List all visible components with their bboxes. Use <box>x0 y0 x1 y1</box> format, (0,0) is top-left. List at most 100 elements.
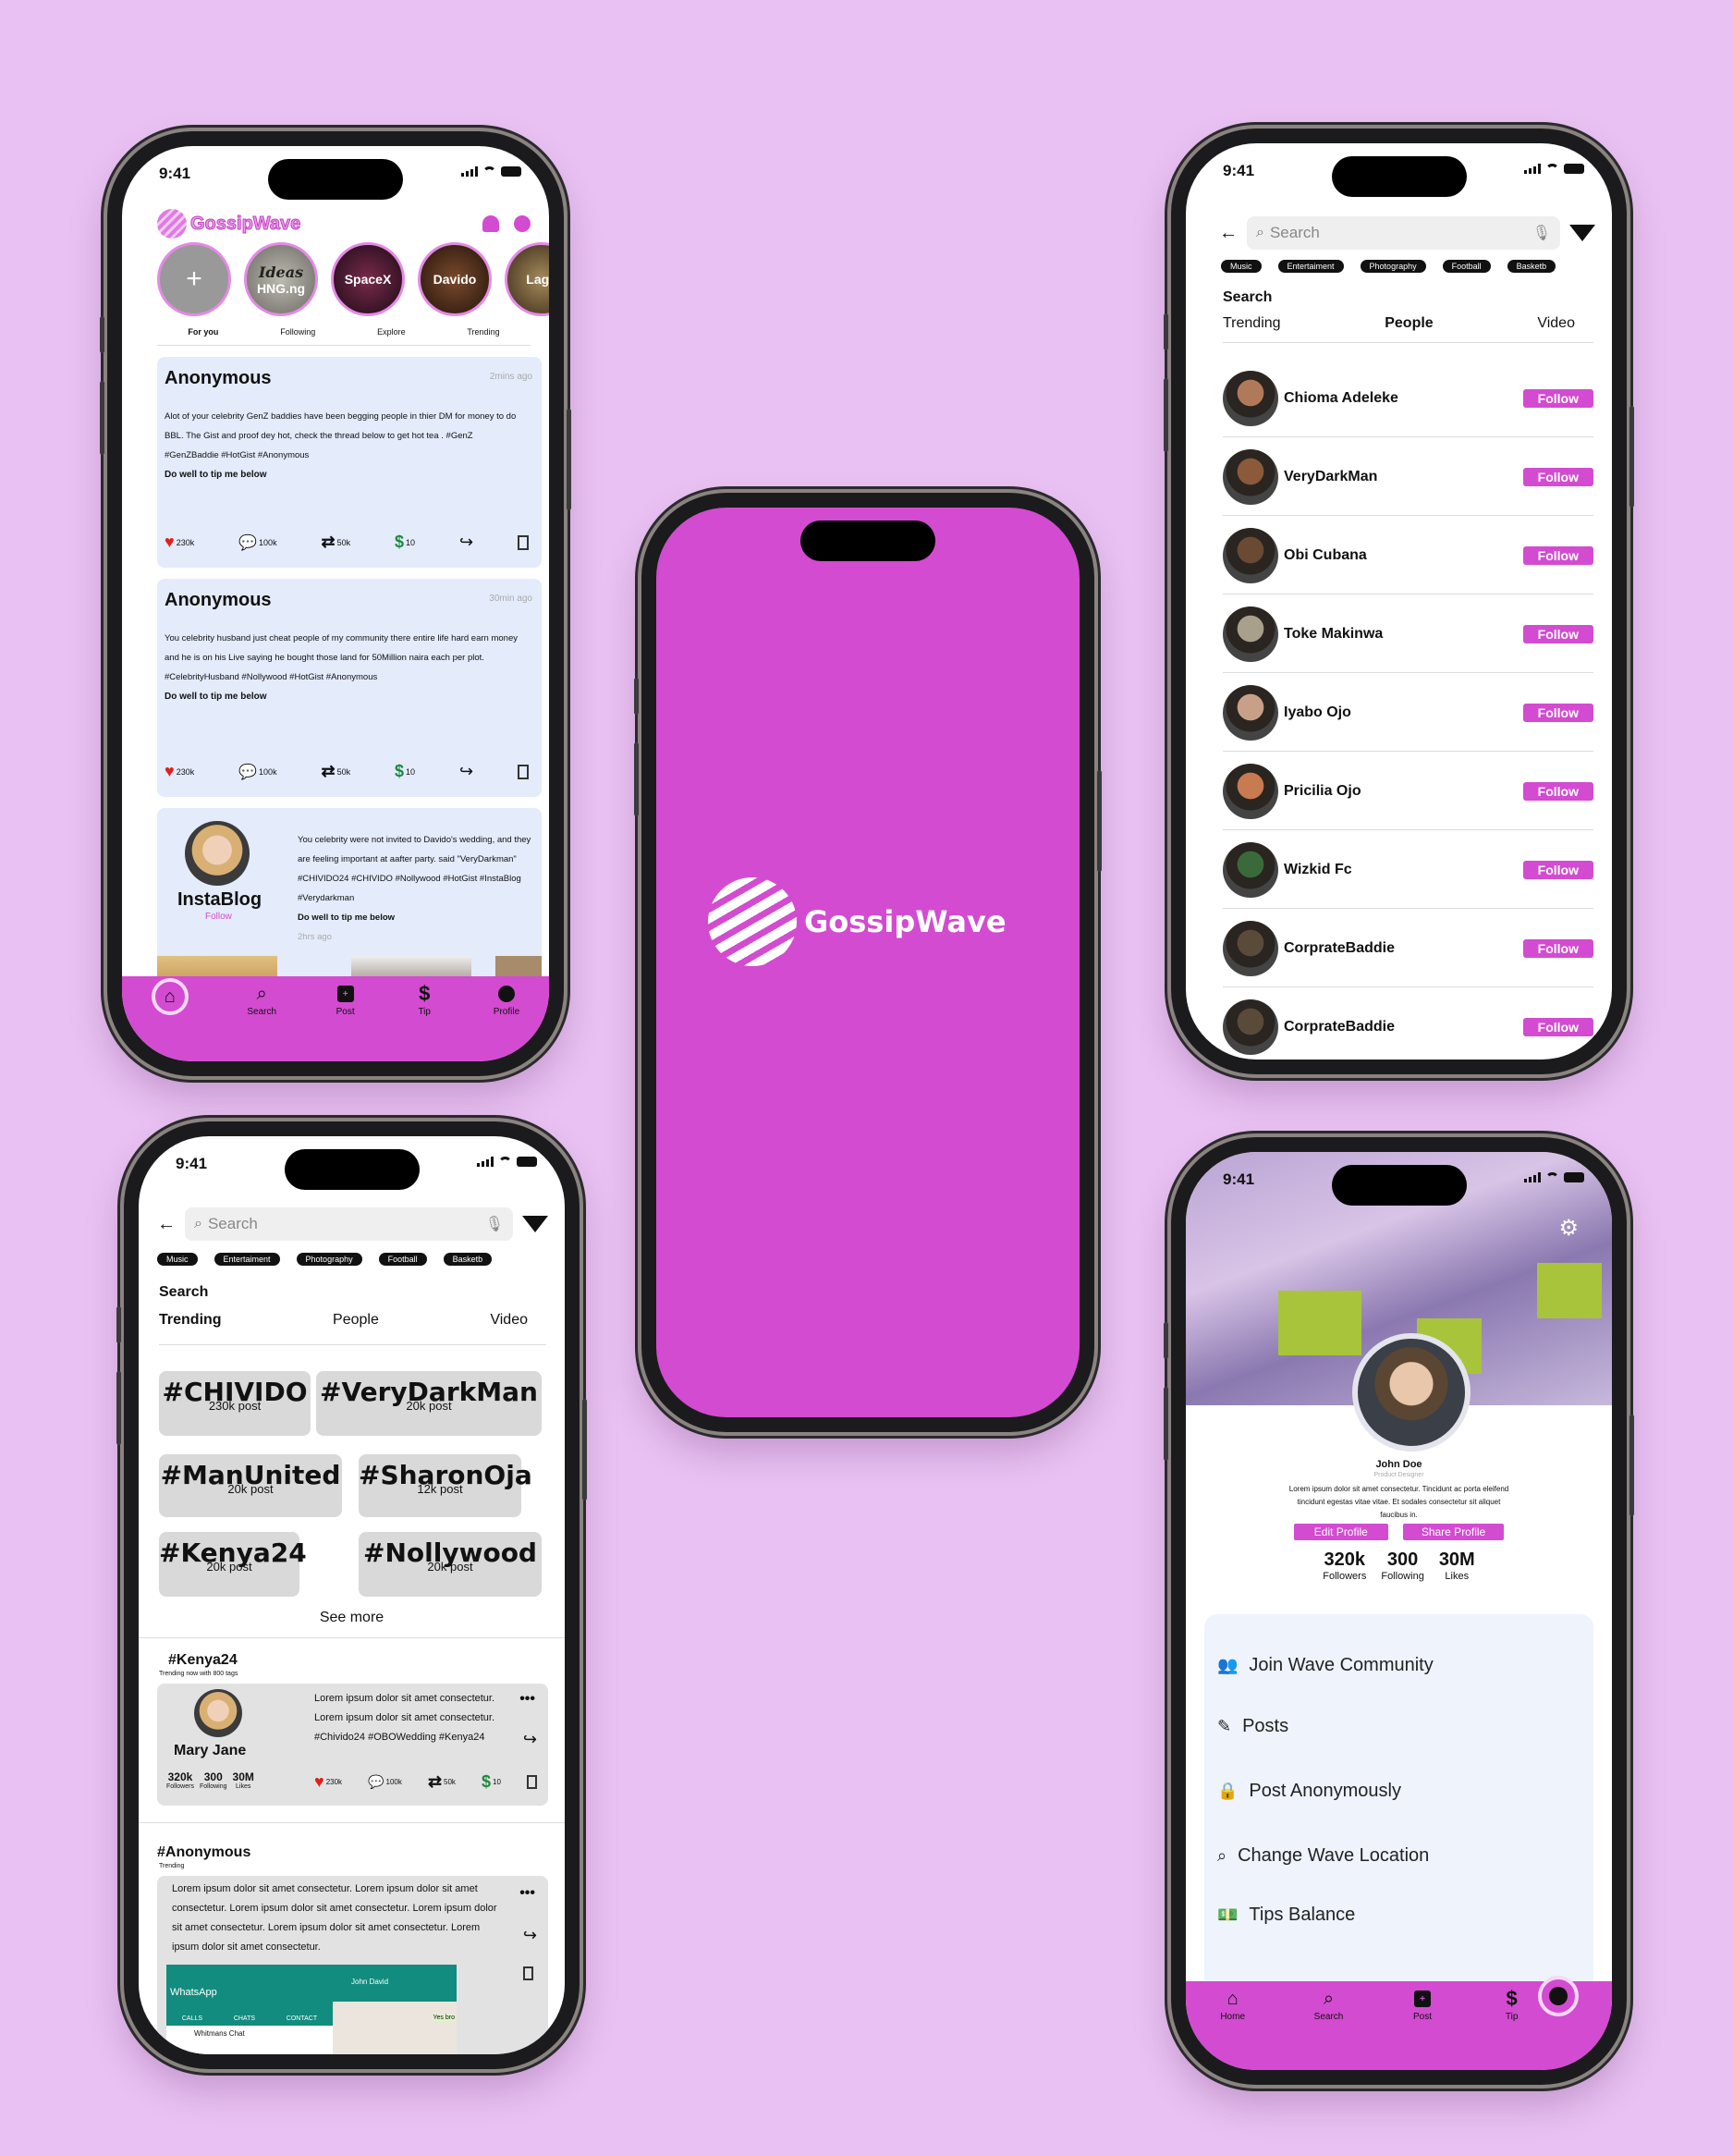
nav-post[interactable]: + Post <box>1412 1989 1433 2070</box>
tip-button[interactable]: $10 <box>395 533 415 552</box>
tab-people[interactable]: People <box>333 1312 379 1344</box>
more-icon[interactable]: ••• <box>519 1885 535 1902</box>
nav-post[interactable]: + Post <box>336 984 356 1061</box>
trending-tag[interactable]: #ManUnited 20k post <box>159 1454 342 1517</box>
bookmark-icon[interactable] <box>517 764 529 779</box>
follow-button[interactable]: Follow <box>1522 624 1593 643</box>
tip-button[interactable]: $10 <box>395 762 415 781</box>
follow-button[interactable]: Follow <box>1522 467 1593 486</box>
tab-trending[interactable]: Trending <box>467 327 499 345</box>
feed-post-1[interactable]: Anonymous 2mins ago Alot of your celebri… <box>157 357 542 568</box>
nav-search[interactable]: ⌕ Search <box>1314 1989 1344 2070</box>
story-davido[interactable]: Davido <box>418 242 492 316</box>
mic-icon[interactable]: 🎙 <box>485 1215 504 1233</box>
search-input[interactable]: ⌕ Search 🎙 <box>185 1207 513 1241</box>
feed-blog-post[interactable]: InstaBlog Follow You celebrity were not … <box>157 808 542 993</box>
chip-photography[interactable]: Photography <box>296 1253 362 1266</box>
settings-gear-icon[interactable]: ⚙ <box>1558 1215 1579 1242</box>
like-button[interactable]: ♥ 230k <box>314 1772 342 1792</box>
menu-tips-balance[interactable]: 💵 Tips Balance <box>1217 1905 1355 1926</box>
share-profile-button[interactable]: Share Profile <box>1402 1524 1505 1540</box>
comment-button[interactable]: 💬 100k <box>238 533 276 552</box>
add-story-button[interactable]: + <box>157 242 231 316</box>
more-icon[interactable]: ••• <box>519 1691 535 1708</box>
chip-football[interactable]: Football <box>378 1253 427 1266</box>
person-row[interactable]: VeryDarkMan Follow <box>1223 438 1593 516</box>
person-row[interactable]: CorprateBaddie Follow <box>1223 988 1593 1060</box>
section-tag: #Anonymous <box>157 1844 251 1860</box>
trending-tag[interactable]: #VeryDarkMan 20k post <box>316 1371 542 1436</box>
profile-role: Product Designer <box>1373 1472 1424 1478</box>
person-row[interactable]: Chioma Adeleke Follow <box>1223 360 1593 437</box>
menu-post-anonymously[interactable]: 🔒 Post Anonymously <box>1217 1781 1401 1802</box>
bookmark-icon[interactable] <box>517 534 529 550</box>
follow-button[interactable]: Follow <box>1522 703 1593 722</box>
repost-button[interactable]: ⇄ 50k <box>321 762 350 781</box>
nav-home[interactable]: ⌂ Home <box>1220 1989 1245 2070</box>
trending-tag[interactable]: #CHIVIDO 230k post <box>159 1371 311 1436</box>
bookmark-icon[interactable] <box>523 1966 533 1980</box>
person-row[interactable]: Toke Makinwa Follow <box>1223 595 1593 673</box>
blog-follow-link[interactable]: Follow <box>205 912 232 922</box>
nav-search[interactable]: ⌕ Search <box>247 984 276 1061</box>
trending-post-card[interactable]: Mary Jane 320k Followers 300 Following 30M… <box>157 1684 548 1806</box>
follow-button[interactable]: Follow <box>1522 781 1593 801</box>
tip-button[interactable]: $10 <box>482 1772 501 1792</box>
nav-profile[interactable]: Profile <box>494 984 519 1061</box>
follow-button[interactable]: Follow <box>1522 1017 1593 1036</box>
see-more-link[interactable]: See more <box>139 1610 565 1626</box>
person-row[interactable]: Pricilia Ojo Follow <box>1223 753 1593 830</box>
story-hng[interactable]: Ideas HNG.ng <box>244 242 318 316</box>
edit-profile-button[interactable]: Edit Profile <box>1293 1524 1388 1540</box>
comment-button[interactable]: 💬 100k <box>368 1774 402 1790</box>
person-row[interactable]: Iyabo Ojo Follow <box>1223 674 1593 752</box>
nav-tip[interactable]: $ Tip <box>1502 1987 1522 2070</box>
person-row[interactable]: Obi Cubana Follow <box>1223 517 1593 594</box>
nav-tip[interactable]: $ Tip <box>414 982 434 1061</box>
person-name: CorprateBaddie <box>1284 939 1396 956</box>
bell-icon[interactable] <box>482 215 499 232</box>
share-icon[interactable]: ↪ <box>523 1926 537 1945</box>
filter-icon[interactable] <box>522 1216 548 1232</box>
menu-join-community[interactable]: 👥 Join Wave Community <box>1217 1655 1434 1676</box>
chip-entertainment[interactable]: Entertaiment <box>214 1253 280 1266</box>
story-lago[interactable]: Lago <box>505 242 549 316</box>
profile-avatar[interactable] <box>1352 1333 1471 1452</box>
follow-button[interactable]: Follow <box>1522 938 1593 958</box>
menu-change-location[interactable]: ⌕ Change Wave Location <box>1217 1845 1429 1867</box>
nav-home[interactable]: ⌂ <box>151 978 189 1061</box>
dynamic-island <box>800 521 935 561</box>
share-icon[interactable]: ↪ <box>459 762 473 781</box>
repost-button[interactable]: ⇄ 50k <box>428 1772 456 1792</box>
feed-post-2[interactable]: Anonymous 30min ago You celebrity husban… <box>157 579 542 797</box>
chip-music[interactable]: Music <box>157 1253 198 1266</box>
chip-basketball[interactable]: Basketb <box>443 1253 493 1266</box>
like-button[interactable]: ♥ 230k <box>165 762 194 781</box>
follow-button[interactable]: Follow <box>1522 545 1593 565</box>
wa-contact: John David <box>351 1978 389 1986</box>
like-button[interactable]: ♥ 230k <box>165 533 194 552</box>
tab-explore[interactable]: Explore <box>377 327 406 345</box>
trending-tag[interactable]: #Kenya24 20k post <box>159 1532 307 1597</box>
follow-button[interactable]: Follow <box>1522 860 1593 879</box>
comment-button[interactable]: 💬 100k <box>238 763 276 781</box>
back-arrow-icon[interactable]: ← <box>157 1214 176 1235</box>
tab-for-you[interactable]: For you <box>188 327 218 345</box>
follow-button[interactable]: Follow <box>1522 388 1593 408</box>
share-icon[interactable]: ↪ <box>523 1730 537 1749</box>
trending-tag[interactable]: #Nollywood 20k post <box>359 1532 542 1597</box>
anonymous-post-card[interactable]: Lorem ipsum dolor sit amet consectetur. … <box>157 1876 548 2054</box>
person-row[interactable]: CorprateBaddie Follow <box>1223 910 1593 987</box>
repost-button[interactable]: ⇄ 50k <box>321 533 350 552</box>
messenger-icon[interactable] <box>514 215 531 232</box>
nav-profile-active[interactable] <box>1538 1976 1579 2016</box>
bookmark-icon[interactable] <box>526 1775 537 1789</box>
person-row[interactable]: Wizkid Fc Follow <box>1223 831 1593 909</box>
menu-posts[interactable]: ✎ Posts <box>1217 1716 1288 1737</box>
tab-following[interactable]: Following <box>280 327 315 345</box>
tab-trending[interactable]: Trending <box>159 1312 222 1344</box>
trending-tag[interactable]: #SharonOja 12k post <box>359 1454 532 1517</box>
story-spacex[interactable]: SpaceX <box>331 242 405 316</box>
share-icon[interactable]: ↪ <box>459 533 473 552</box>
tab-video[interactable]: Video <box>490 1312 528 1344</box>
